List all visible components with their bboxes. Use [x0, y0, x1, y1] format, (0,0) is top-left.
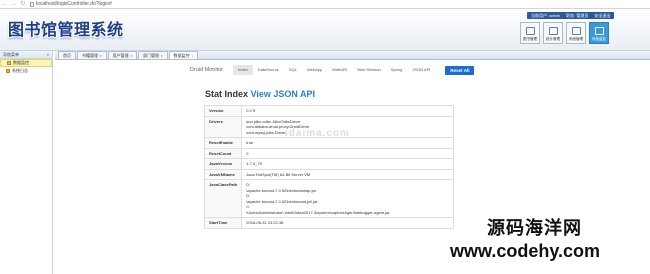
stat-value: 2018-05-31 23:22:38: [241, 217, 454, 229]
watermark-site-name: 源码海洋网: [487, 218, 582, 239]
close-icon[interactable]: ×: [192, 52, 194, 60]
table-row: JavaClassPath D: \apache-tomcat-7.0.52\bin…: [203, 179, 454, 218]
stat-value-line: \Users\Administrator\.IntelliJIdea2017.3…: [246, 209, 390, 215]
tile-book-management[interactable]: 图书管理: [520, 22, 540, 44]
druid-navbar: Druid Monitor Index DataSource SQL WebAp…: [170, 64, 491, 76]
stat-value-line: 1.7.0_79: [246, 161, 262, 166]
stat-key: StartTime: [203, 217, 243, 229]
chevron-down-icon: ▾: [130, 53, 133, 58]
tab-user-management[interactable]: 用户管理 ▾: [107, 51, 138, 59]
back-icon[interactable]: ←: [2, 1, 8, 7]
sidebar-item-label: 系统日志: [12, 68, 28, 73]
stat-value-line: Java HotSpot(TM) 64-Bit Server VM: [246, 171, 311, 177]
tile-system-management[interactable]: 系统管理: [566, 22, 586, 44]
url-field[interactable]: localhost/logisController.do?login#: [30, 1, 112, 7]
table-row: JavaVMName Java HotSpot(TM) 64-Bit Server…: [203, 168, 454, 180]
tab-label: 用户管理: [112, 52, 129, 58]
druid-link-sql[interactable]: SQL: [284, 65, 302, 75]
tab-book-management[interactable]: 书籍管理 ▾: [77, 51, 107, 59]
stat-key: ResetEnable: [203, 137, 243, 149]
stat-key: Version: [203, 105, 243, 117]
stat-key: Drivers: [203, 115, 243, 138]
tab-label: 书籍管理: [82, 52, 98, 58]
stat-value-line: 0.2.9: [246, 108, 256, 113]
tab-label: 部门管理: [143, 52, 160, 58]
reset-all-button[interactable]: Reset All: [445, 65, 475, 75]
tab-department-management[interactable]: 部门管理 ▾: [138, 51, 168, 59]
view-json-api-link[interactable]: View JSON API: [251, 89, 316, 99]
stat-key: JavaVMName: [203, 168, 243, 180]
tab-label: 首页: [63, 52, 71, 58]
sidebar-item-data-monitor[interactable]: 数据监控: [0, 59, 52, 67]
chevron-down-icon: ▾: [100, 53, 102, 58]
sidebar-item-system-log[interactable]: 系统日志: [0, 67, 52, 75]
stat-value: true: [241, 137, 454, 149]
stat-table: Version 0.2.9 Drivers sun.jdbc.odbc.JdbcOdb…: [203, 105, 454, 229]
app-header: 图书馆管理系统 当前用户: admin 职务: 管理员 安全退出 图书管理 统计…: [0, 9, 650, 51]
stat-index-title: Stat Index: [205, 89, 249, 99]
user-role: 职务: 管理员: [566, 13, 589, 18]
table-row: Version 0.2.9: [203, 105, 454, 117]
sidebar-header: 导航菜单 «: [0, 51, 52, 59]
app-title: 图书馆管理系统: [8, 20, 124, 39]
stat-key: JavaClassPath: [203, 179, 243, 218]
druid-link-index[interactable]: Index: [233, 65, 253, 75]
reload-icon[interactable]: ↻: [20, 1, 26, 7]
chart-icon: [548, 27, 558, 35]
stat-value-line: 2018-05-31 23:22:38: [246, 220, 284, 225]
url-text: localhost/logisController.do?login#: [36, 1, 112, 7]
stat-key: JavaVersion: [203, 158, 243, 170]
tile-label: 图书管理: [523, 37, 537, 41]
table-row: JavaVersion 1.7.0_79: [203, 158, 454, 170]
table-row: ResetEnable true: [203, 137, 454, 149]
watermark-site-url: www.codehy.com: [450, 241, 601, 261]
stat-value: Java HotSpot(TM) 64-Bit Server VM: [241, 168, 454, 180]
tile-system-monitor[interactable]: 系统监控: [589, 22, 609, 44]
sidebar-item-label: 数据监控: [13, 60, 29, 65]
stat-value: 0.2.9: [241, 105, 454, 117]
tile-label: 统计管理: [546, 37, 560, 41]
stat-value: 0: [241, 147, 454, 159]
table-row: ResetCount 0: [203, 147, 454, 159]
settings-icon: [571, 27, 581, 35]
page-icon: [30, 1, 34, 7]
druid-link-json-api[interactable]: JSON API: [407, 65, 435, 75]
druid-link-weburi[interactable]: WebURI: [327, 65, 352, 75]
stat-value-line: 0: [246, 150, 249, 156]
monitor-icon: [594, 27, 604, 35]
forward-icon[interactable]: →: [11, 1, 17, 7]
tab-label: 数据监控: [173, 52, 190, 58]
watermark-text: idaima.com: [285, 128, 351, 139]
druid-brand[interactable]: Druid Monitor: [190, 67, 223, 73]
page-title: Stat Index View JSON API: [205, 89, 315, 99]
folder-icon: [6, 69, 10, 73]
folder-icon: [7, 61, 11, 65]
logout-link[interactable]: 安全退出: [594, 12, 610, 19]
stat-value: D: \apache-tomcat-7.0.52\bin\bootstrap.ja…: [241, 179, 454, 218]
druid-link-web-session[interactable]: Web Session: [352, 65, 386, 75]
sidebar-title: 导航菜单: [3, 51, 19, 57]
tab-data-monitor[interactable]: 数据监控 ×: [168, 51, 199, 60]
druid-link-datasource[interactable]: DataSource: [253, 65, 284, 75]
chevron-down-icon: ▾: [161, 53, 163, 58]
tile-label: 系统管理: [569, 37, 583, 41]
sidebar: 导航菜单 « 数据监控 系统日志: [0, 51, 53, 274]
druid-link-webapp[interactable]: WebApp: [302, 65, 327, 75]
collapse-icon[interactable]: «: [47, 52, 49, 57]
stat-value-line: true: [246, 140, 254, 145]
module-tiles: 图书管理 统计管理 系统管理 系统监控: [520, 22, 609, 44]
tab-strip: 首页 书籍管理 ▾ 用户管理 ▾ 部门管理 ▾ 数据监控 ×: [55, 51, 650, 60]
tile-label: 系统监控: [592, 37, 606, 41]
stat-key: ResetCount: [203, 147, 243, 159]
browser-address-bar: ← → ↻ localhost/logisController.do?login…: [0, 0, 650, 9]
current-user: 当前用户: admin: [531, 13, 561, 18]
tile-statistics[interactable]: 统计管理: [543, 22, 563, 44]
table-row: StartTime 2018-05-31 23:22:38: [203, 217, 454, 229]
druid-link-spring[interactable]: Spring: [386, 65, 408, 75]
user-info-bar: 当前用户: admin 职务: 管理员 安全退出: [527, 12, 615, 19]
book-icon: [525, 27, 535, 35]
tab-home[interactable]: 首页: [58, 51, 76, 59]
stat-value: 1.7.0_79: [241, 158, 454, 170]
